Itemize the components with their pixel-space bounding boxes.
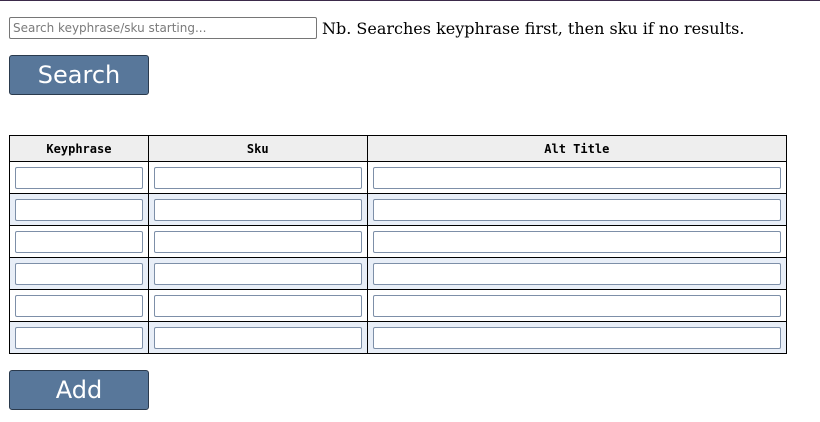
keyphrase-input[interactable] — [15, 262, 143, 285]
alt-title-cell — [366, 161, 788, 194]
keyphrase-cell — [9, 289, 149, 322]
search-button[interactable]: Search — [9, 55, 149, 95]
sku-input[interactable] — [153, 166, 362, 189]
keyphrase-cell — [9, 257, 149, 290]
alt-title-input[interactable] — [372, 262, 781, 285]
keyphrase-cell — [9, 161, 149, 194]
table-row — [9, 193, 788, 226]
alt-title-cell — [366, 225, 788, 258]
table-row — [9, 321, 788, 354]
search-row: Nb. Searches keyphrase first, then sku i… — [9, 17, 744, 39]
search-note: Nb. Searches keyphrase first, then sku i… — [322, 18, 745, 38]
sku-cell — [147, 193, 368, 226]
alt-title-cell — [366, 321, 788, 354]
sku-input[interactable] — [153, 326, 362, 349]
column-header-sku: Sku — [147, 135, 368, 162]
alt-title-input[interactable] — [372, 166, 781, 189]
alt-title-input[interactable] — [372, 198, 781, 221]
add-button[interactable]: Add — [9, 370, 149, 410]
keyphrase-cell — [9, 193, 149, 226]
table-header-row: Keyphrase Sku Alt Title — [9, 135, 788, 162]
keyphrase-input[interactable] — [15, 294, 143, 317]
sku-cell — [147, 225, 368, 258]
table-row — [9, 161, 788, 194]
column-header-alt-title: Alt Title — [366, 135, 788, 162]
sku-input[interactable] — [153, 230, 362, 253]
alt-title-input[interactable] — [372, 326, 781, 349]
keyphrase-cell — [9, 225, 149, 258]
column-header-keyphrase: Keyphrase — [9, 135, 149, 162]
alt-title-cell — [366, 289, 788, 322]
sku-input[interactable] — [153, 294, 362, 317]
keyphrase-table: Keyphrase Sku Alt Title — [9, 135, 788, 354]
sku-input[interactable] — [153, 198, 362, 221]
keyphrase-cell — [9, 321, 149, 354]
table-row — [9, 257, 788, 290]
keyphrase-input[interactable] — [15, 326, 143, 349]
keyphrase-input[interactable] — [15, 198, 143, 221]
sku-cell — [147, 289, 368, 322]
alt-title-cell — [366, 257, 788, 290]
sku-cell — [147, 257, 368, 290]
sku-cell — [147, 161, 368, 194]
table-row — [9, 225, 788, 258]
keyphrase-input[interactable] — [15, 230, 143, 253]
sku-input[interactable] — [153, 262, 362, 285]
alt-title-input[interactable] — [372, 230, 781, 253]
alt-title-cell — [366, 193, 788, 226]
search-input[interactable] — [9, 17, 317, 39]
keyphrase-input[interactable] — [15, 166, 143, 189]
sku-cell — [147, 321, 368, 354]
table-row — [9, 289, 788, 322]
alt-title-input[interactable] — [372, 294, 781, 317]
